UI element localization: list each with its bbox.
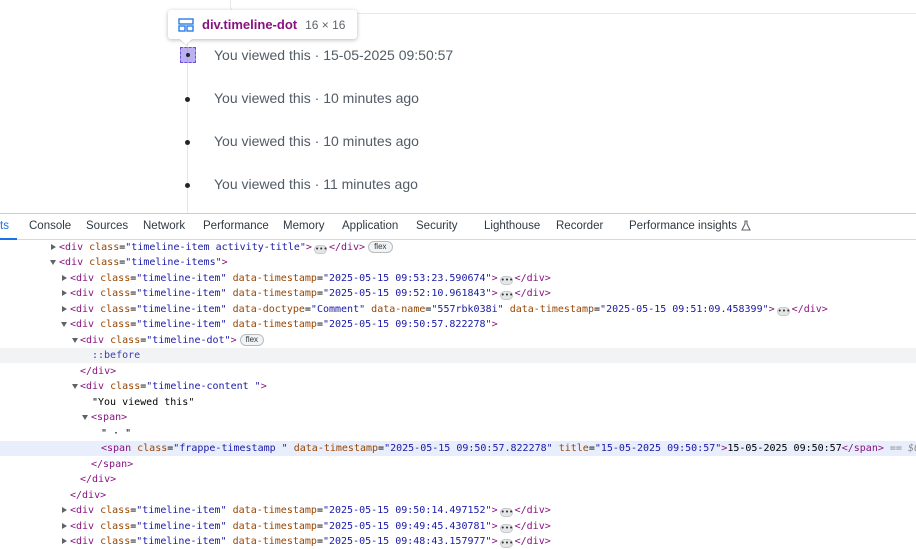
- ellipsis-icon[interactable]: •••: [313, 245, 328, 254]
- tab-recorder[interactable]: Recorder: [556, 220, 603, 232]
- closing-tag: </span>: [91, 459, 134, 470]
- tab-sources[interactable]: Sources: [86, 220, 128, 232]
- timeline-item: You viewed this · 10 minutes ago: [0, 132, 900, 152]
- timeline-item: You viewed this · 11 minutes ago: [0, 175, 900, 195]
- expand-arrow-icon[interactable]: [51, 244, 56, 250]
- closing-tag: </div>: [70, 490, 107, 501]
- flex-badge[interactable]: flex: [239, 334, 265, 346]
- timeline-dot: [185, 97, 190, 102]
- collapse-arrow-icon[interactable]: [72, 338, 78, 343]
- tab-lighthouse[interactable]: Lighthouse: [484, 220, 540, 232]
- pseudo-element: ::before: [92, 350, 141, 361]
- text-node: "You viewed this": [92, 397, 195, 408]
- dom-node-row-selected[interactable]: <span class="frappe-timestamp " data-tim…: [0, 441, 916, 456]
- dom-node-row[interactable]: "You viewed this": [0, 395, 916, 410]
- timeline-item: You viewed this · 15-05-2025 09:50:57: [0, 46, 900, 66]
- devtools-tabbar: ts Console Sources Network Performance M…: [0, 214, 916, 240]
- tab-console[interactable]: Console: [29, 220, 71, 232]
- dom-node-row[interactable]: <div class="timeline-item" data-timestam…: [0, 286, 916, 301]
- collapse-arrow-icon[interactable]: [50, 260, 56, 265]
- dom-node-row[interactable]: <div class="timeline-item" data-timestam…: [0, 317, 916, 332]
- dom-node-row[interactable]: </span>: [0, 457, 916, 472]
- ellipsis-icon[interactable]: •••: [499, 508, 513, 517]
- ellipsis-icon[interactable]: •••: [499, 539, 513, 548]
- dom-node-row[interactable]: " · ": [0, 426, 916, 441]
- ellipsis-icon[interactable]: •••: [499, 276, 513, 285]
- tab-network[interactable]: Network: [143, 220, 185, 232]
- timeline-content: You viewed this · 10 minutes ago: [214, 90, 419, 106]
- timeline-content: You viewed this · 11 minutes ago: [214, 176, 418, 192]
- dom-node-row[interactable]: </div>: [0, 472, 916, 487]
- inspect-tooltip: div.timeline-dot 16 × 16: [168, 10, 358, 39]
- expand-arrow-icon[interactable]: [62, 523, 67, 529]
- dom-node-row[interactable]: <div class="timeline-content ">: [0, 379, 916, 394]
- closing-tag: </div>: [80, 474, 117, 485]
- dom-node-row[interactable]: <div class="timeline-item" data-timestam…: [0, 519, 916, 534]
- tab-security[interactable]: Security: [416, 220, 458, 232]
- tab-performance[interactable]: Performance: [203, 220, 269, 232]
- dom-node-row[interactable]: <div class="timeline-items">: [0, 255, 916, 270]
- timeline-dot: [185, 183, 190, 188]
- expand-arrow-icon[interactable]: [62, 306, 67, 312]
- collapse-arrow-icon[interactable]: [72, 384, 78, 389]
- collapse-arrow-icon[interactable]: [61, 322, 67, 327]
- tooltip-element-name: div.timeline-dot: [202, 17, 298, 32]
- expand-arrow-icon[interactable]: [62, 538, 67, 544]
- timeline-content: You viewed this · 10 minutes ago: [214, 133, 419, 149]
- timeline-content: You viewed this · 15-05-2025 09:50:57: [214, 47, 454, 63]
- tab-performance-insights[interactable]: Performance insights: [629, 220, 751, 232]
- dom-node-row[interactable]: <span>: [0, 410, 916, 425]
- dom-node-row[interactable]: <div class="timeline-item" data-timestam…: [0, 271, 916, 286]
- closing-tag: </div>: [80, 366, 117, 377]
- collapse-arrow-icon[interactable]: [82, 415, 88, 420]
- dom-node-row[interactable]: <div class="timeline-item" data-timestam…: [0, 503, 916, 518]
- tooltip-element-size: 16 × 16: [305, 17, 346, 32]
- dom-node-row[interactable]: </div>: [0, 364, 916, 379]
- expand-arrow-icon[interactable]: [62, 290, 67, 296]
- dom-node-row[interactable]: </div>: [0, 488, 916, 503]
- console-ref-marker: == $0: [889, 443, 916, 454]
- dom-node-row[interactable]: ::before: [0, 348, 916, 363]
- text-node: " · ": [101, 428, 132, 439]
- timeline-dot-highlight[interactable]: [180, 47, 196, 63]
- timeline-dot: [185, 140, 190, 145]
- tab-elements[interactable]: ts: [0, 220, 17, 240]
- flex-layout-icon: [178, 17, 194, 32]
- ellipsis-icon[interactable]: •••: [776, 307, 790, 316]
- ellipsis-icon[interactable]: •••: [499, 524, 513, 533]
- tab-performance-insights-label: Performance insights: [629, 220, 738, 232]
- page-viewport: You viewed this · 15-05-2025 09:50:57 Yo…: [0, 0, 916, 213]
- flask-icon: [741, 220, 751, 231]
- expand-arrow-icon[interactable]: [62, 275, 67, 281]
- ellipsis-icon[interactable]: •••: [499, 291, 513, 300]
- flex-badge[interactable]: flex: [368, 241, 393, 253]
- dom-node-row[interactable]: <div class="timeline-dot"> flex: [0, 333, 916, 348]
- dom-node-row[interactable]: <div class="timeline-item activity-title…: [0, 240, 916, 255]
- devtools-panel: ts Console Sources Network Performance M…: [0, 213, 916, 549]
- tab-application[interactable]: Application: [342, 220, 398, 232]
- expand-arrow-icon[interactable]: [62, 507, 67, 513]
- timeline-item: You viewed this · 10 minutes ago: [0, 89, 900, 109]
- dom-node-row[interactable]: <div class="timeline-item" data-timestam…: [0, 534, 916, 549]
- dom-node-row[interactable]: <div class="timeline-item" data-doctype=…: [0, 302, 916, 317]
- tab-memory[interactable]: Memory: [283, 220, 325, 232]
